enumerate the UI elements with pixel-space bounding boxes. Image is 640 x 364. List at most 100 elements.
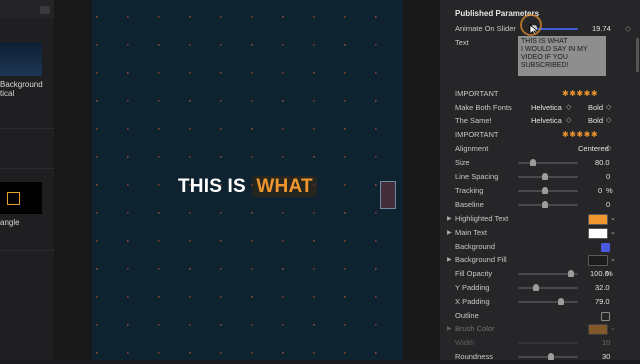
width-slider-track — [518, 342, 578, 344]
brush-color-swatch — [588, 324, 608, 335]
grid-dot — [344, 128, 346, 130]
highlighted-text-row: ▶ Highlighted Text ⌄ — [440, 212, 640, 226]
font-weight-select[interactable]: Bold — [588, 114, 603, 128]
chevron-updown-icon[interactable]: ◇ — [606, 142, 611, 156]
grid-dot — [375, 128, 377, 130]
rating-icon: ✱✱✱✱✱ — [562, 89, 599, 98]
grid-dot — [251, 128, 253, 130]
grid-dot — [158, 16, 160, 18]
grid-dot — [313, 128, 315, 130]
size-value[interactable]: 80.0 — [595, 156, 610, 170]
line-spacing-value[interactable]: 0 — [606, 170, 610, 184]
chevron-down-icon[interactable]: ⌄ — [610, 212, 616, 226]
background-fill-label: Background Fill — [455, 255, 507, 264]
grid-dot — [282, 156, 284, 158]
tracking-slider-knob[interactable] — [542, 187, 548, 194]
grid-dot — [375, 44, 377, 46]
text-input[interactable]: THIS IS WHAT I WOULD SAY IN MY VIDEO IF … — [518, 36, 606, 76]
grid-dot — [282, 268, 284, 270]
divider — [0, 168, 54, 169]
x-padding-slider-track[interactable] — [518, 301, 578, 303]
background-label: Background — [455, 242, 496, 251]
toolbar-button[interactable] — [40, 6, 50, 14]
roundness-slider-knob[interactable] — [548, 353, 554, 360]
animate-on-slider-value[interactable]: 19.74 — [592, 22, 611, 36]
grid-dot — [189, 296, 191, 298]
grid-dot — [375, 268, 377, 270]
grid-dot — [282, 128, 284, 130]
chevron-updown-icon[interactable]: ◇ — [566, 101, 571, 115]
chevron-updown-icon[interactable]: ◇ — [606, 101, 611, 115]
fill-opacity-slider-knob[interactable] — [568, 270, 574, 277]
baseline-slider-track[interactable] — [518, 204, 578, 206]
y-padding-value[interactable]: 32.0 — [595, 281, 610, 295]
main-text-label: Main Text — [455, 228, 487, 237]
size-slider-knob[interactable] — [530, 159, 536, 166]
font-family-select[interactable]: Helvetica — [531, 114, 562, 128]
text-scrollbar[interactable] — [636, 38, 639, 72]
highlighted-color-swatch[interactable] — [588, 214, 608, 225]
click-highlight-ring — [520, 14, 542, 36]
disclosure-triangle-icon[interactable]: ▶ — [447, 226, 452, 240]
grid-dot — [96, 16, 98, 18]
grid-dot — [375, 100, 377, 102]
disclosure-triangle-icon[interactable]: ▶ — [447, 253, 452, 267]
y-padding-slider-track[interactable] — [518, 287, 578, 289]
roundness-row: Roundness 30 — [440, 350, 640, 364]
outline-checkbox[interactable] — [601, 312, 610, 321]
size-slider-track[interactable] — [518, 162, 578, 164]
grid-dot — [220, 72, 222, 74]
tracking-label: Tracking — [455, 186, 484, 195]
grid-dot — [251, 352, 253, 354]
grid-dot — [313, 240, 315, 242]
grid-dot — [158, 296, 160, 298]
font-family-select[interactable]: Helvetica — [531, 101, 562, 115]
text-cursor-box[interactable] — [380, 181, 396, 209]
alignment-select[interactable]: Centered — [578, 142, 609, 156]
title-text[interactable]: THIS IS WHAT — [178, 176, 317, 198]
canvas-viewer[interactable]: THIS IS WHAT — [92, 0, 403, 360]
chevron-updown-icon[interactable]: ◇ — [606, 114, 611, 128]
brush-color-label: Brush Color — [455, 324, 495, 333]
grid-dot — [375, 16, 377, 18]
chevron-down-icon[interactable]: ⌄ — [610, 253, 616, 267]
chevron-down-icon: ⌄ — [610, 325, 616, 332]
roundness-value[interactable]: 30 — [602, 350, 610, 364]
browser-toolbar — [0, 0, 54, 18]
line-spacing-slider-knob[interactable] — [542, 173, 548, 180]
baseline-value[interactable]: 0 — [606, 198, 610, 212]
grid-dot — [158, 184, 160, 186]
grid-dot — [344, 156, 346, 158]
outline-row: Outline — [440, 309, 640, 323]
grid-dot — [220, 268, 222, 270]
grid-dot — [344, 184, 346, 186]
grid-dot — [251, 296, 253, 298]
background-fill-color-swatch[interactable] — [588, 255, 608, 266]
background-checkbox[interactable] — [601, 243, 610, 252]
x-padding-value[interactable]: 79.0 — [595, 295, 610, 309]
baseline-slider-knob[interactable] — [542, 201, 548, 208]
y-padding-slider-knob[interactable] — [533, 284, 539, 291]
alignment-row: Alignment Centered ◇ — [440, 142, 640, 156]
thumbnail-rectangle[interactable] — [0, 182, 42, 214]
chevron-updown-icon[interactable]: ◇ — [566, 114, 571, 128]
font-weight-select[interactable]: Bold — [588, 101, 603, 115]
grid-dot — [127, 100, 129, 102]
thumbnail-background[interactable] — [0, 42, 42, 76]
keyframe-diamond-icon[interactable]: ◇ — [625, 22, 631, 36]
grid-dot — [96, 156, 98, 158]
important-row-2: IMPORTANT ✱✱✱✱✱ — [440, 128, 640, 142]
grid-dot — [96, 44, 98, 46]
grid-dot — [96, 240, 98, 242]
main-text-color-swatch[interactable] — [588, 228, 608, 239]
tracking-slider-track[interactable] — [518, 190, 578, 192]
baseline-row: Baseline 0 — [440, 198, 640, 212]
x-padding-slider-knob[interactable] — [558, 298, 564, 305]
line-spacing-slider-track[interactable] — [518, 176, 578, 178]
viewer-margin-right — [403, 0, 440, 360]
disclosure-triangle-icon[interactable]: ▶ — [447, 212, 452, 226]
tracking-value[interactable]: 0 — [598, 184, 602, 198]
important-label: IMPORTANT — [455, 130, 499, 139]
grid-dot — [96, 324, 98, 326]
chevron-down-icon[interactable]: ⌄ — [610, 226, 616, 240]
